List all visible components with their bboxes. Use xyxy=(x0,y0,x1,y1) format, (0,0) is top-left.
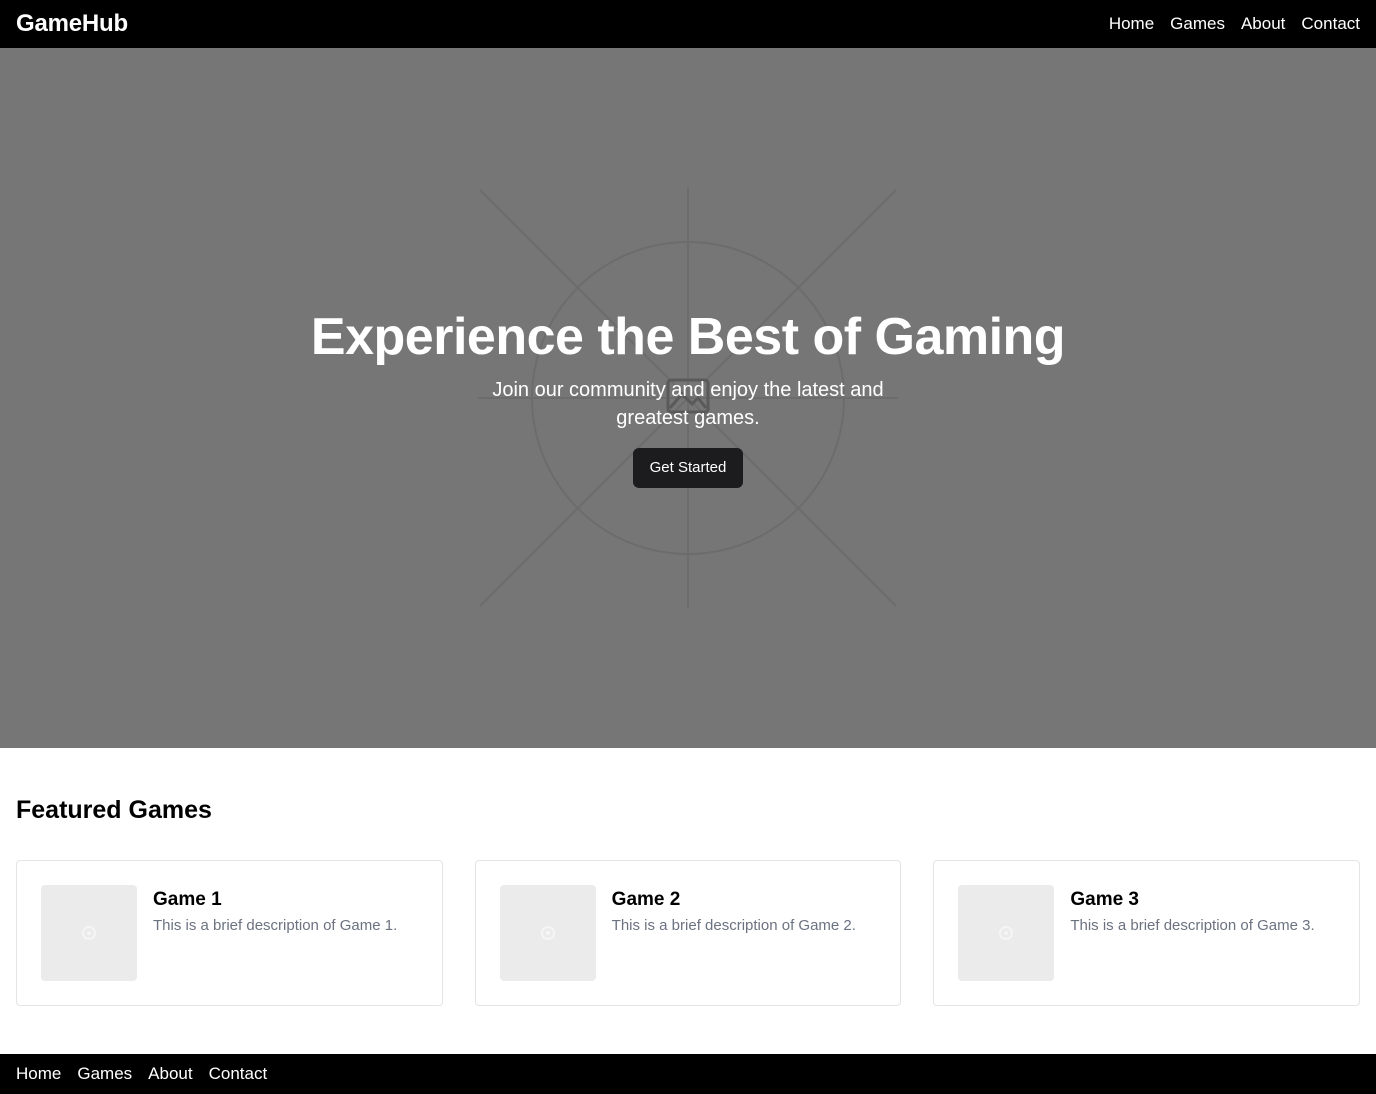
game-description: This is a brief description of Game 1. xyxy=(153,917,398,934)
game-description: This is a brief description of Game 3. xyxy=(1070,917,1315,934)
nav-link-contact[interactable]: Contact xyxy=(1301,14,1360,34)
nav-link-home[interactable]: Home xyxy=(1109,14,1154,34)
top-navbar: GameHub Home Games About Contact xyxy=(0,0,1376,48)
featured-games-list: Game 1 This is a brief description of Ga… xyxy=(16,860,1361,1006)
featured-heading: Featured Games xyxy=(16,796,212,824)
image-placeholder-icon xyxy=(540,926,555,940)
footer-link-contact[interactable]: Contact xyxy=(209,1064,268,1084)
game-card-text: Game 2 This is a brief description of Ga… xyxy=(612,885,856,981)
game-card[interactable]: Game 2 This is a brief description of Ga… xyxy=(474,860,902,1006)
brand-logo[interactable]: GameHub xyxy=(16,10,128,38)
hero-title: Experience the Best of Gaming xyxy=(310,308,1066,366)
footer-link-about[interactable]: About xyxy=(148,1064,192,1084)
hero-section: Experience the Best of Gaming Join our c… xyxy=(0,48,1376,748)
game-card[interactable]: Game 3 This is a brief description of Ga… xyxy=(933,860,1361,1006)
footer-link-games[interactable]: Games xyxy=(77,1064,132,1084)
get-started-button[interactable]: Get Started xyxy=(633,448,743,488)
featured-section-header: Featured Games xyxy=(16,796,212,825)
footer: Home Games About Contact xyxy=(0,1054,1376,1094)
game-thumbnail xyxy=(499,885,596,981)
game-card-text: Game 1 This is a brief description of Ga… xyxy=(153,885,397,981)
nav-link-games[interactable]: Games xyxy=(1170,14,1225,34)
game-card[interactable]: Game 1 This is a brief description of Ga… xyxy=(16,860,443,1006)
game-description: This is a brief description of Game 2. xyxy=(611,917,856,934)
footer-link-home[interactable]: Home xyxy=(16,1064,61,1084)
nav-link-about[interactable]: About xyxy=(1241,14,1285,34)
image-placeholder-icon xyxy=(82,926,96,940)
game-thumbnail xyxy=(958,885,1055,981)
game-title: Game 2 xyxy=(611,889,681,910)
image-placeholder-icon xyxy=(999,926,1014,940)
game-title: Game 1 xyxy=(153,889,222,910)
game-card-text: Game 3 This is a brief description of Ga… xyxy=(1070,885,1314,981)
main-nav: Home Games About Contact xyxy=(1109,14,1360,34)
game-title: Game 3 xyxy=(1070,889,1139,910)
hero-content: Experience the Best of Gaming Join our c… xyxy=(0,306,1376,488)
hero-subtitle: Join our community and enjoy the latest … xyxy=(492,379,884,429)
game-thumbnail xyxy=(41,885,137,981)
